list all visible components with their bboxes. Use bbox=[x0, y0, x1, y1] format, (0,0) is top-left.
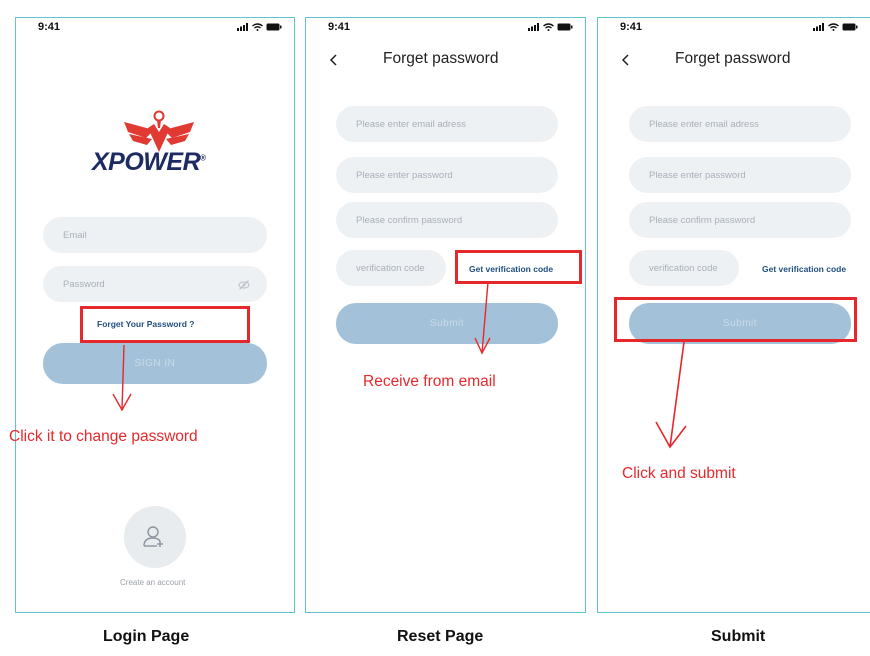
login-arrow bbox=[112, 344, 132, 412]
login-caption: Login Page bbox=[103, 628, 190, 645]
reset-annotation: Receive from email bbox=[363, 373, 496, 390]
submit-annotation: Click and submit bbox=[622, 465, 736, 482]
submit-caption: Submit bbox=[711, 628, 766, 645]
reset-caption: Reset Page bbox=[397, 628, 484, 645]
reset-arrow bbox=[474, 281, 491, 355]
annotation-arrows bbox=[112, 281, 687, 449]
login-annotation: Click it to change password bbox=[9, 428, 198, 445]
submit-arrow bbox=[655, 341, 687, 449]
